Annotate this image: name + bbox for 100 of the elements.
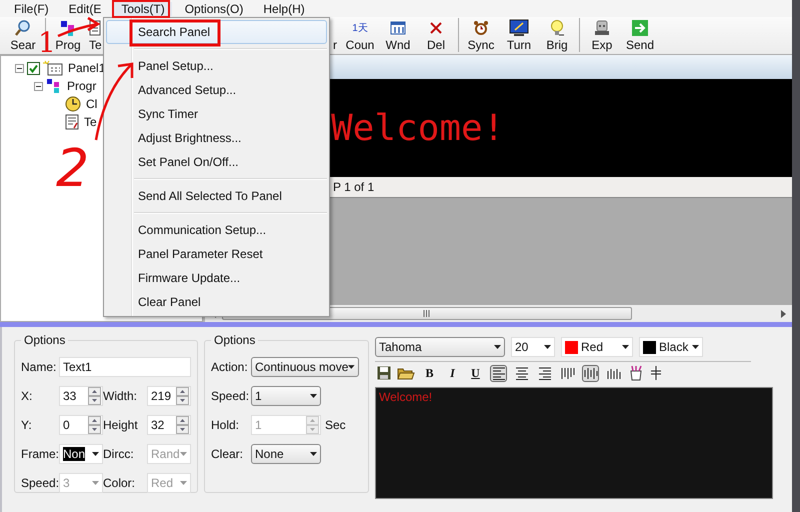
caret-icon <box>494 345 501 349</box>
toolbar-button[interactable]: r <box>329 18 341 52</box>
menu-bar-item[interactable]: Tools(T) <box>114 2 172 16</box>
monitor-icon <box>509 19 529 37</box>
dropdown[interactable]: None <box>251 444 321 464</box>
caret-icon <box>180 481 187 485</box>
background-color-dropdown[interactable]: Black <box>639 337 703 357</box>
line-spacing-icon[interactable] <box>650 365 662 381</box>
field-label: Name: <box>21 360 58 374</box>
menu-bar-item[interactable]: Edit(E <box>62 2 108 16</box>
menu-item[interactable]: Firmware Update... <box>106 266 327 290</box>
align-button[interactable] <box>490 364 507 382</box>
editor-text: Welcome! <box>379 390 432 404</box>
open-folder-icon[interactable] <box>397 366 415 380</box>
caret-icon <box>692 345 699 349</box>
toolbar-button[interactable]: Te <box>87 18 105 52</box>
font-dropdown[interactable]: Tahoma <box>375 337 505 357</box>
spin-arrows-icon[interactable] <box>88 416 101 434</box>
annotation-number: 2 <box>56 139 90 199</box>
collapse-icon[interactable] <box>34 82 43 90</box>
menu-item[interactable]: Advanced Setup... <box>106 78 327 102</box>
menu-item[interactable]: Panel Setup... <box>106 54 327 78</box>
usb-drive-icon <box>594 19 610 37</box>
toolbar-button[interactable]: Wnd <box>379 18 417 52</box>
spin-arrows-icon[interactable] <box>176 416 189 434</box>
menu-item[interactable]: Clear Panel <box>106 290 327 314</box>
squares-icon <box>59 19 77 37</box>
caret-icon <box>348 365 355 369</box>
caret-icon <box>92 452 99 456</box>
spin-arrows-icon[interactable] <box>88 387 101 405</box>
page-indicator: P 1 of 1 <box>333 180 374 194</box>
menu-item[interactable]: Adjust Brightness... <box>106 126 327 150</box>
window-grid-icon <box>389 19 407 37</box>
field-label: Dircc: <box>103 447 135 461</box>
align-button[interactable] <box>536 364 553 382</box>
format-button[interactable]: I <box>444 364 461 382</box>
format-button[interactable]: B <box>421 364 438 382</box>
unit-label: Sec <box>325 418 346 432</box>
group-title: Options <box>23 333 66 347</box>
spin-field[interactable]: 0 <box>59 415 103 435</box>
clock-icon <box>65 96 81 112</box>
tree-item[interactable]: Progr <box>67 79 96 93</box>
notepad-icon <box>65 114 79 130</box>
toolbar-button[interactable]: 1天 Coun <box>341 18 379 52</box>
toolbar-button[interactable]: Turn <box>500 18 538 52</box>
toolbar-button[interactable]: Brig <box>538 18 576 52</box>
menu-bar-item[interactable]: Options(O) <box>178 2 250 16</box>
menu-item[interactable]: Search Panel <box>106 20 327 44</box>
toolbar-button[interactable]: Sync <box>462 18 500 52</box>
scroll-right-icon[interactable] <box>780 310 786 318</box>
dropdown[interactable]: Non <box>59 444 103 464</box>
menu-bar-item[interactable]: File(F) <box>7 2 56 16</box>
spin-field[interactable]: 32 <box>147 415 191 435</box>
tree-item[interactable]: Cl <box>86 97 98 111</box>
delete-icon <box>428 20 444 36</box>
checkbox[interactable] <box>27 62 40 74</box>
spin-field[interactable]: 33 <box>59 386 103 406</box>
vertical-align-button[interactable] <box>582 364 599 382</box>
save-icon[interactable] <box>377 366 391 380</box>
input-field[interactable]: Text1 <box>59 357 191 377</box>
size-dropdown[interactable]: 20 <box>511 337 555 357</box>
menu-item[interactable]: Set Panel On/Off... <box>106 150 327 174</box>
menu-item[interactable]: Panel Parameter Reset <box>106 242 327 266</box>
dropdown[interactable]: 1 <box>251 386 321 406</box>
menu-item[interactable]: Sync Timer <box>106 102 327 126</box>
dropdown[interactable]: Continuous move <box>251 357 359 377</box>
clipart-icon[interactable] <box>628 365 644 381</box>
field-label: Y: <box>21 418 33 432</box>
field-label: Speed: <box>21 476 59 490</box>
field-label: X: <box>21 389 34 403</box>
squares-icon <box>46 78 62 94</box>
arrow-right-icon <box>631 19 649 37</box>
field-label: Width: <box>103 389 138 403</box>
field-label: Color: <box>103 476 136 490</box>
format-button[interactable]: U <box>467 364 484 382</box>
caret-icon <box>310 394 317 398</box>
caret-icon <box>622 345 629 349</box>
spin-field[interactable]: 219 <box>147 386 191 406</box>
tree-item[interactable]: Te <box>84 115 97 129</box>
field-label: Hold: <box>211 418 240 432</box>
tree-item[interactable]: Panel1 <box>68 61 106 75</box>
field-label: Speed: <box>211 389 250 403</box>
panel-icon <box>43 60 63 76</box>
caret-icon <box>310 452 317 456</box>
field-label: Height <box>103 418 139 432</box>
field-label: Action: <box>211 360 249 374</box>
collapse-icon[interactable] <box>15 64 24 72</box>
toolbar-button[interactable]: Send <box>621 18 659 52</box>
color-name: Red <box>581 340 604 354</box>
menu-item[interactable]: Send All Selected To Panel <box>106 184 327 208</box>
spin-arrows-icon[interactable] <box>176 387 189 405</box>
field-label: Clear: <box>211 447 244 461</box>
align-button[interactable] <box>513 364 530 382</box>
toolbar-button[interactable]: Del <box>417 18 455 52</box>
toolbar-button[interactable]: Exp <box>583 18 621 52</box>
text-color-dropdown[interactable]: Red <box>561 337 633 357</box>
caret-icon <box>544 345 551 349</box>
menu-item[interactable]: Communication Setup... <box>106 218 327 242</box>
field-label: Frame: <box>21 447 59 461</box>
menu-bar-item[interactable]: Help(H) <box>256 2 312 16</box>
